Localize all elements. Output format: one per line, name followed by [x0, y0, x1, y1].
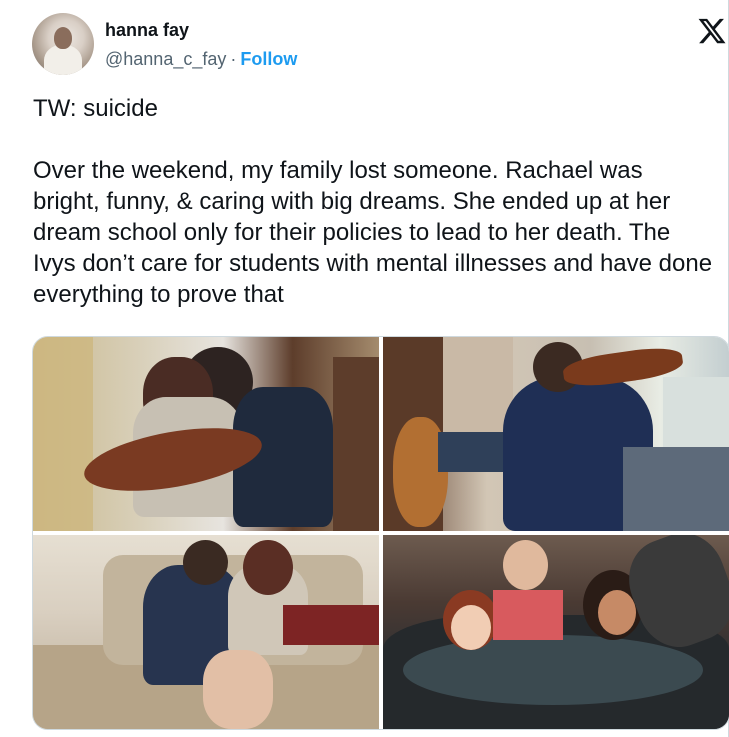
author-handle-row: @hanna_c_fay · Follow [105, 49, 297, 70]
person1-face-shape [451, 605, 491, 650]
chair-shape [623, 447, 729, 531]
person-head-shape [183, 540, 228, 585]
avatar[interactable] [32, 13, 94, 75]
person2-hair-shape [243, 540, 293, 595]
tweet-card: hanna fay @hanna_c_fay · Follow TW: suicid… [0, 0, 729, 737]
avatar-head-shape [54, 27, 72, 49]
shorts-shape [438, 432, 508, 472]
media-grid [32, 336, 729, 730]
photo-couple-guitar[interactable] [33, 337, 379, 531]
person3-face-shape [598, 590, 636, 635]
photo-violin[interactable] [383, 337, 729, 531]
legs-shape [203, 650, 273, 729]
follow-button[interactable]: Follow [240, 49, 297, 69]
swimsuit-shape [493, 590, 563, 640]
avatar-body-shape [44, 45, 82, 75]
curtain-shape [33, 337, 93, 531]
photo-couch[interactable] [33, 535, 379, 729]
trigger-warning-text: TW: suicide [33, 95, 158, 122]
water-shape [403, 635, 703, 705]
author-handle[interactable]: @hanna_c_fay [105, 49, 226, 69]
person2-face-shape [503, 540, 548, 590]
author-name[interactable]: hanna fay [105, 20, 189, 41]
x-logo-icon[interactable] [697, 16, 727, 46]
tweet-body-text: Over the weekend, my family lost someone… [33, 157, 713, 308]
photo-hot-tub[interactable] [383, 535, 729, 729]
door-shape [333, 357, 379, 531]
case-shape [283, 605, 379, 645]
handle-separator: · [230, 49, 237, 69]
tweet-text: TW: suicide Over the weekend, my family … [33, 93, 713, 310]
